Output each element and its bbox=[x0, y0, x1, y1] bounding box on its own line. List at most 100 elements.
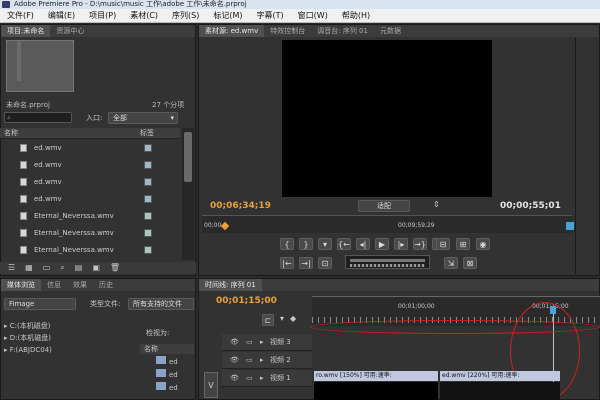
track-name: 视频 2 bbox=[270, 356, 291, 364]
in-select-value: 全部 bbox=[113, 114, 127, 122]
column-name[interactable]: 名称 bbox=[4, 128, 18, 139]
lock-icon[interactable]: ▭ bbox=[246, 334, 253, 351]
find-icon[interactable]: ⌕ bbox=[60, 262, 64, 274]
expand-icon[interactable]: ▸ bbox=[260, 352, 264, 369]
step-back-button[interactable]: ◂| bbox=[356, 238, 370, 250]
tab-resource-center[interactable]: 资源中心 bbox=[50, 25, 90, 37]
tab-sequence[interactable]: 时间线: 序列 01 bbox=[199, 279, 262, 291]
safe-margins-button[interactable]: ⊡ bbox=[318, 257, 332, 269]
timeline-tabs: 时间线: 序列 01 bbox=[199, 279, 599, 291]
dropdown-arrows-icon[interactable]: ⇕ bbox=[433, 200, 440, 209]
mark-out-button[interactable]: } bbox=[299, 238, 313, 250]
clip-ed[interactable]: ed.wmv [220%] 可用:速率: bbox=[440, 371, 560, 381]
expand-icon[interactable]: ▸ bbox=[260, 334, 264, 351]
lock-icon[interactable]: ▭ bbox=[246, 352, 253, 369]
overwrite-clip-button[interactable]: ⊠ bbox=[463, 257, 477, 269]
new-item-icon[interactable]: ▣ bbox=[92, 262, 100, 274]
tab-info[interactable]: 信息 bbox=[41, 279, 67, 291]
media-thumb-list: ed ed ed bbox=[156, 356, 194, 395]
shuttle-right-button[interactable]: →| bbox=[299, 257, 313, 269]
label-swatch bbox=[144, 144, 152, 152]
drive-tree: ▸ C:(本机磁盘) ▸ D:(本机磁盘) ▸ F:(ABJDC04) bbox=[4, 320, 134, 356]
eye-icon[interactable]: 👁 bbox=[230, 352, 239, 369]
tab-audio-mixer[interactable]: 调音台: 序列 01 bbox=[311, 25, 374, 37]
shuttle-left-button[interactable]: |← bbox=[280, 257, 294, 269]
snap-icon[interactable]: ⊏ bbox=[262, 314, 274, 326]
insert-clip-button[interactable]: ⇲ bbox=[444, 257, 458, 269]
marker-icon[interactable]: ▾ bbox=[280, 314, 284, 326]
column-label[interactable]: 标签 bbox=[140, 128, 154, 139]
list-item[interactable]: ed bbox=[156, 382, 194, 395]
menu-edit[interactable]: 编辑(E) bbox=[41, 10, 82, 21]
tab-effect-controls[interactable]: 特效控制台 bbox=[264, 25, 311, 37]
playhead-marker[interactable] bbox=[566, 222, 574, 230]
menu-window[interactable]: 窗口(W) bbox=[291, 10, 335, 21]
tab-effects[interactable]: 效果 bbox=[67, 279, 93, 291]
export-frame-icon[interactable]: ◉ bbox=[476, 238, 490, 250]
fit-select[interactable]: 适配 bbox=[358, 200, 410, 212]
go-to-out-button[interactable]: →} bbox=[413, 238, 427, 250]
menu-project[interactable]: 项目(P) bbox=[82, 10, 123, 21]
source-current-time[interactable]: 00;06;34;19 bbox=[210, 201, 271, 211]
set-marker-button[interactable]: ▾ bbox=[318, 238, 332, 250]
tree-item-d[interactable]: ▸ D:(本机磁盘) bbox=[4, 332, 134, 344]
track-video-3[interactable]: 👁 ▭ ▸ 视频 3 bbox=[222, 334, 312, 351]
tab-source[interactable]: 素材源: ed.wmv bbox=[199, 25, 265, 37]
eye-icon[interactable]: 👁 bbox=[230, 334, 239, 351]
menu-title[interactable]: 字幕(T) bbox=[250, 10, 291, 21]
tab-media-browser[interactable]: 媒体浏览 bbox=[1, 279, 41, 291]
play-button[interactable]: ▶ bbox=[375, 238, 389, 250]
track-video-1[interactable]: 👁 ▭ ▸ 视频 1 bbox=[222, 370, 312, 387]
keyframe-icon[interactable]: ◆ bbox=[290, 314, 296, 326]
overlay-button[interactable]: ⊞ bbox=[456, 238, 470, 250]
eye-icon[interactable]: 👁 bbox=[230, 370, 239, 387]
delete-icon[interactable]: 🗑 bbox=[110, 262, 120, 274]
list-item[interactable]: ed.wmv bbox=[0, 140, 180, 156]
tree-item-f[interactable]: ▸ F:(ABJDC04) bbox=[4, 344, 134, 356]
project-file-list: ed.wmv ed.wmv ed.wmv ed.wmv Eternal_Neve… bbox=[0, 140, 180, 258]
list-item[interactable]: ed bbox=[156, 356, 194, 369]
window-title: Adobe Premiere Pro - D:\music\music 工作\a… bbox=[14, 0, 247, 8]
menu-sequence[interactable]: 序列(S) bbox=[165, 10, 206, 21]
in-select[interactable]: 全部 ▾ bbox=[108, 112, 178, 124]
format-select[interactable]: Fimage bbox=[4, 298, 76, 310]
label-swatch bbox=[144, 161, 152, 169]
menu-marker[interactable]: 标记(M) bbox=[206, 10, 249, 21]
insert-button[interactable]: ⊟ bbox=[436, 238, 450, 250]
bin-icon[interactable]: ▤ bbox=[75, 262, 83, 274]
project-scrollbar[interactable] bbox=[182, 128, 194, 260]
list-item[interactable]: Eternal_Neverssa.wmv bbox=[0, 208, 180, 224]
list-view-icon[interactable]: ☰ bbox=[8, 262, 15, 274]
scrollbar-thumb[interactable] bbox=[184, 132, 192, 182]
tab-history[interactable]: 历史 bbox=[93, 279, 119, 291]
go-to-in-button[interactable]: {← bbox=[337, 238, 351, 250]
track-video-2[interactable]: 👁 ▭ ▸ 视频 2 bbox=[222, 352, 312, 369]
list-item[interactable]: Eternal_Neverssa.wmv bbox=[0, 225, 180, 241]
list-item[interactable]: ed.wmv bbox=[0, 157, 180, 173]
lock-icon[interactable]: ▭ bbox=[246, 370, 253, 387]
menu-clip[interactable]: 素材(C) bbox=[123, 10, 165, 21]
project-search-input[interactable]: ⌕ bbox=[4, 112, 72, 123]
menu-help[interactable]: 帮助(H) bbox=[335, 10, 377, 21]
file-type-select[interactable]: 所有支持的文件 bbox=[128, 298, 194, 310]
clip-ro[interactable]: ro.wmv [150%] 可用:速率: bbox=[314, 371, 438, 381]
menu-file[interactable]: 文件(F) bbox=[0, 10, 41, 21]
automate-icon[interactable]: ▭ bbox=[43, 262, 51, 274]
tree-item-c[interactable]: ▸ C:(本机磁盘) bbox=[4, 320, 134, 332]
list-item[interactable]: ed bbox=[156, 369, 194, 382]
list-item[interactable]: Eternal_Neverssa.wmv bbox=[0, 242, 180, 258]
name-column-header[interactable]: 名称 bbox=[140, 344, 194, 354]
list-item[interactable]: ed.wmv bbox=[0, 191, 180, 207]
in-point-marker[interactable] bbox=[220, 221, 230, 231]
mark-in-button[interactable]: { bbox=[280, 238, 294, 250]
jog-shuttle[interactable] bbox=[345, 255, 430, 269]
list-item[interactable]: ed.wmv bbox=[0, 174, 180, 190]
step-forward-button[interactable]: |▸ bbox=[394, 238, 408, 250]
tab-metadata[interactable]: 元数据 bbox=[374, 25, 407, 37]
icon-view-icon[interactable]: ▦ bbox=[25, 262, 33, 274]
source-time-ruler[interactable]: 00;00 00;09;59;29 bbox=[202, 215, 572, 233]
video-target-button[interactable]: V bbox=[204, 372, 218, 398]
timeline-current-time[interactable]: 00;01;15;00 bbox=[216, 296, 277, 306]
tab-project[interactable]: 项目:未命名 bbox=[1, 25, 51, 37]
expand-icon[interactable]: ▸ bbox=[260, 370, 264, 387]
